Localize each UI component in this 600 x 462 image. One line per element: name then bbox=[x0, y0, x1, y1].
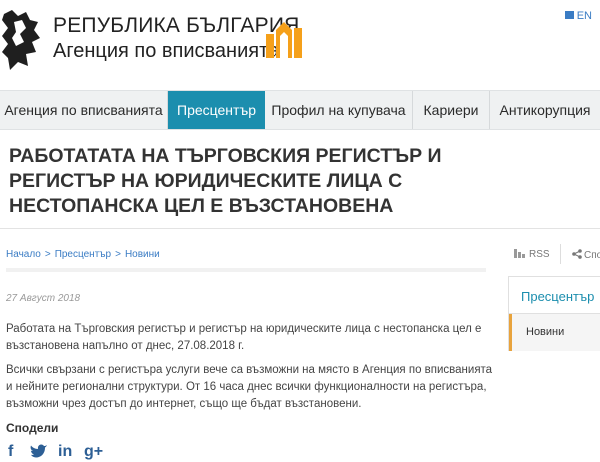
rss-icon bbox=[514, 249, 525, 258]
article-paragraph-2: Всички свързани с регистъра услуги вече … bbox=[6, 364, 493, 410]
nav-item-press-center[interactable]: Пресцентър bbox=[168, 91, 265, 129]
sidebar-title[interactable]: Пресцентър bbox=[521, 289, 594, 304]
toolbar-separator bbox=[560, 244, 561, 264]
site-header: РЕПУБЛИКА БЪЛГАРИЯ Агенция по вписваният… bbox=[0, 0, 600, 88]
article-date: 27 Август 2018 bbox=[6, 293, 81, 304]
rss-link[interactable]: RSS bbox=[514, 249, 550, 260]
sidebar: Пресцентър Новини bbox=[508, 276, 600, 351]
share-link[interactable]: Спо bbox=[572, 249, 600, 261]
main-navigation: Агенция по вписванията Пресцентър Профил… bbox=[0, 90, 600, 130]
breadcrumb: Начало > Пресцентър > Новини bbox=[6, 249, 160, 260]
nav-item-agency[interactable]: Агенция по вписванията bbox=[0, 91, 168, 129]
share-heading: Сподели bbox=[6, 421, 59, 435]
site-subtitle[interactable]: Агенция по вписванията bbox=[53, 40, 279, 63]
sidebar-item-news[interactable]: Новини bbox=[509, 314, 600, 351]
sidebar-item-label[interactable]: Новини bbox=[526, 326, 564, 338]
breadcrumb-press-center[interactable]: Пресцентър bbox=[55, 249, 111, 260]
language-switch[interactable]: EN bbox=[564, 10, 592, 22]
twitter-icon[interactable] bbox=[30, 443, 48, 461]
language-label[interactable]: EN bbox=[577, 10, 592, 22]
breadcrumb-home[interactable]: Начало bbox=[6, 249, 41, 260]
registry-agency-logo-icon[interactable] bbox=[266, 20, 302, 58]
breadcrumb-news[interactable]: Новини bbox=[125, 249, 160, 260]
twitter-bird-shape bbox=[30, 444, 47, 458]
bulgarian-coat-of-arms-icon[interactable] bbox=[0, 8, 44, 72]
flag-icon bbox=[564, 11, 574, 19]
nav-item-buyer-profile[interactable]: Профил на купувача bbox=[265, 91, 413, 129]
divider bbox=[0, 228, 600, 229]
nav-item-careers[interactable]: Кариери bbox=[413, 91, 490, 129]
page-title: РАБОТАТАТА НА ТЪРГОВСКИЯ РЕГИСТЪР И РЕГИ… bbox=[9, 145, 442, 217]
share-label-top[interactable]: Спо bbox=[584, 250, 600, 261]
google-plus-icon[interactable]: g+ bbox=[84, 443, 103, 461]
breadcrumb-separator: > bbox=[115, 249, 121, 260]
breadcrumb-separator: > bbox=[44, 249, 51, 260]
share-icon bbox=[572, 249, 582, 259]
article-paragraph-1: Работата на Търговския регистър и регист… bbox=[6, 323, 482, 352]
rss-label[interactable]: RSS bbox=[529, 249, 550, 260]
linkedin-icon[interactable]: in bbox=[58, 443, 72, 461]
facebook-icon[interactable]: f bbox=[8, 443, 13, 461]
site-title[interactable]: РЕПУБЛИКА БЪЛГАРИЯ bbox=[53, 14, 300, 38]
nav-item-anticorruption[interactable]: Антикорупция bbox=[490, 91, 600, 129]
decorative-line bbox=[6, 268, 486, 272]
